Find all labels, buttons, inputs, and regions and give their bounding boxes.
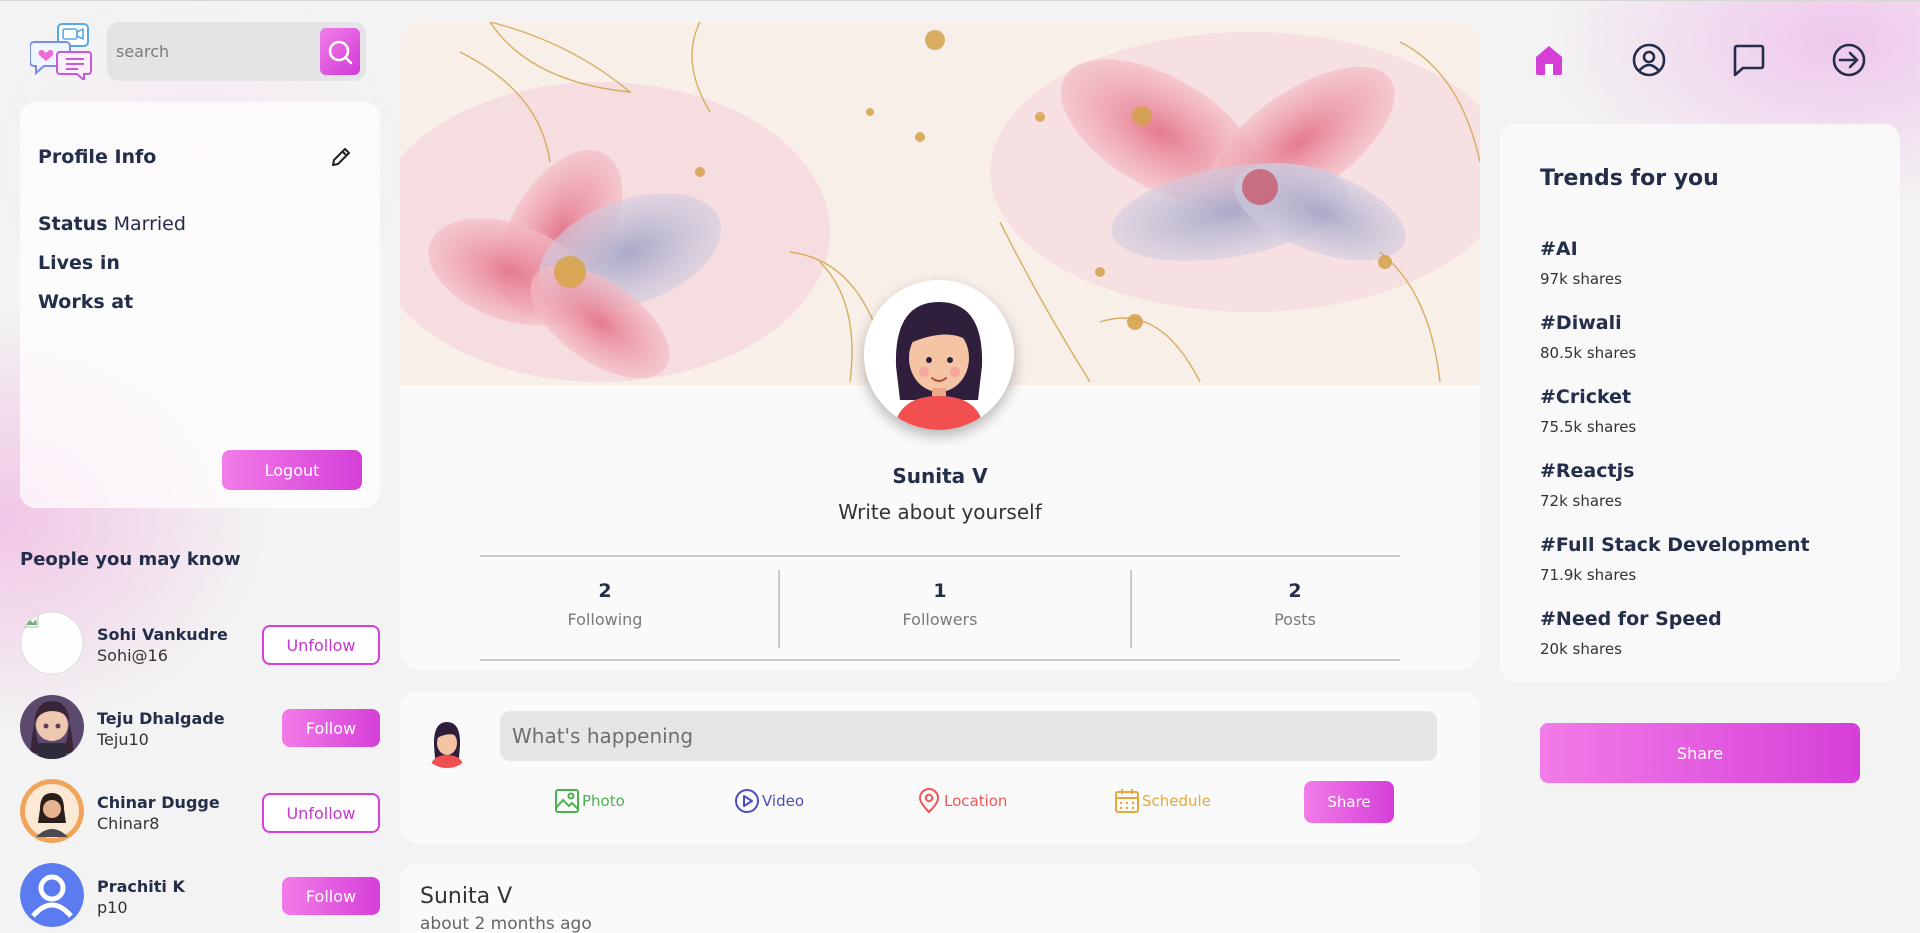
status-label: Status [38, 213, 108, 235]
works-at-label: Works at [38, 291, 134, 313]
unfollow-button[interactable]: Unfollow [262, 793, 380, 833]
stat-value: 2 [1288, 580, 1302, 602]
trend-shares: 80.5k shares [1540, 344, 1637, 362]
profile-bio: Write about yourself [838, 500, 1042, 524]
share-post-button[interactable]: Share [1304, 781, 1394, 823]
stats-divider-top [480, 555, 1400, 557]
post-author: Sunita V [420, 884, 513, 909]
person-item: Teju Dhalgade Teju10 Follow [20, 695, 380, 759]
trends-title: Trends for you [1540, 166, 1719, 191]
schedule-option[interactable]: Schedule [1114, 788, 1211, 814]
post-share-card: Photo Video Location Schedule Share [400, 692, 1480, 843]
lives-in-label: Lives in [38, 252, 120, 274]
video-label: Video [762, 792, 805, 810]
person-username: p10 [97, 898, 128, 917]
person-item: Chinar Dugge Chinar8 Unfollow [20, 779, 380, 843]
follow-button[interactable]: Follow [282, 709, 380, 747]
profile-info-card: Profile Info Status Married Lives in Wor… [20, 102, 380, 508]
calendar-icon [1115, 789, 1139, 813]
person-name: Teju Dhalgade [97, 709, 225, 728]
post-input[interactable] [500, 711, 1437, 761]
stat-separator [778, 570, 780, 648]
stats-divider-bottom [480, 659, 1400, 661]
play-circle-icon [735, 789, 759, 813]
location-option[interactable]: Location [916, 788, 1007, 814]
schedule-label: Schedule [1142, 792, 1211, 810]
edit-pencil-icon[interactable] [329, 145, 353, 169]
trend-tag: #Reactjs [1540, 460, 1635, 482]
status-value: Married [113, 213, 186, 235]
person-username: Teju10 [97, 730, 149, 749]
trend-shares: 97k shares [1540, 270, 1622, 288]
search-input[interactable] [116, 42, 316, 61]
stat-separator [1130, 570, 1132, 648]
person-item: Sohi Vankudre Sohi@16 Unfollow [20, 611, 380, 675]
person-item: Prachiti K p10 Follow [20, 863, 380, 927]
app-logo-icon[interactable] [29, 22, 92, 83]
lives-in-row: Lives in [38, 252, 120, 274]
trends-card: Trends for you #AI 97k shares #Diwali 80… [1500, 124, 1900, 682]
top-border [0, 0, 1920, 1]
trend-item[interactable]: #Need for Speed 20k shares [1540, 608, 1722, 658]
photo-icon [555, 789, 579, 813]
post-timestamp: about 2 months ago [420, 914, 592, 933]
avatar[interactable] [420, 714, 474, 768]
trend-item[interactable]: #AI 97k shares [1540, 238, 1622, 288]
avatar[interactable] [20, 611, 84, 675]
profile-avatar[interactable] [864, 280, 1014, 430]
person-name: Sohi Vankudre [97, 625, 228, 644]
unfollow-button[interactable]: Unfollow [262, 625, 380, 665]
trend-item[interactable]: #Diwali 80.5k shares [1540, 312, 1636, 362]
stat-label: Following [567, 610, 643, 629]
person-name: Prachiti K [97, 877, 185, 896]
trend-tag: #Diwali [1540, 312, 1622, 334]
logout-icon[interactable] [1831, 42, 1867, 78]
follow-button[interactable]: Follow [282, 877, 380, 915]
messages-icon[interactable] [1731, 42, 1767, 78]
trend-tag: #Cricket [1540, 386, 1632, 408]
trend-item[interactable]: #Cricket 75.5k shares [1540, 386, 1636, 436]
works-at-row: Works at [38, 291, 133, 313]
photo-label: Photo [582, 792, 625, 810]
search-button[interactable] [320, 28, 360, 75]
trend-tag: #AI [1540, 238, 1578, 260]
stat-label: Posts [1274, 610, 1316, 629]
stat-value: 2 [598, 580, 612, 602]
search-icon [328, 40, 353, 64]
location-pin-icon [918, 788, 940, 814]
avatar[interactable] [20, 863, 84, 927]
home-icon[interactable] [1531, 42, 1567, 78]
people-you-may-know-title: People you may know [20, 549, 241, 570]
photo-option[interactable]: Photo [554, 788, 625, 814]
profile-info-title: Profile Info [38, 146, 157, 168]
person-name: Chinar Dugge [97, 793, 220, 812]
avatar[interactable] [20, 779, 84, 843]
stat-posts[interactable]: 2 Posts [1170, 580, 1420, 629]
status-row: Status Married [38, 213, 186, 235]
trend-item[interactable]: #Reactjs 72k shares [1540, 460, 1634, 510]
trend-tag: #Full Stack Development [1540, 534, 1810, 556]
share-button[interactable]: Share [1540, 723, 1860, 783]
person-username: Sohi@16 [97, 646, 168, 665]
profile-card: Sunita V Write about yourself 2 Followin… [400, 22, 1480, 670]
profile-name: Sunita V [892, 464, 988, 488]
trend-shares: 75.5k shares [1540, 418, 1637, 436]
search-bar [107, 22, 366, 81]
location-label: Location [944, 792, 1008, 810]
trend-shares: 71.9k shares [1540, 566, 1637, 584]
video-option[interactable]: Video [734, 788, 804, 814]
stat-label: Followers [902, 610, 978, 629]
trend-item[interactable]: #Full Stack Development 71.9k shares [1540, 534, 1810, 584]
trend-tag: #Need for Speed [1540, 608, 1722, 630]
trend-shares: 20k shares [1540, 640, 1622, 658]
stat-following[interactable]: 2 Following [480, 580, 730, 629]
person-username: Chinar8 [97, 814, 160, 833]
avatar[interactable] [20, 695, 84, 759]
profile-icon[interactable] [1631, 42, 1667, 78]
stat-followers[interactable]: 1 Followers [820, 580, 1060, 629]
trend-shares: 72k shares [1540, 492, 1622, 510]
stat-value: 1 [933, 580, 947, 602]
logout-button[interactable]: Logout [222, 450, 362, 490]
post-card: Sunita V about 2 months ago [400, 864, 1480, 933]
